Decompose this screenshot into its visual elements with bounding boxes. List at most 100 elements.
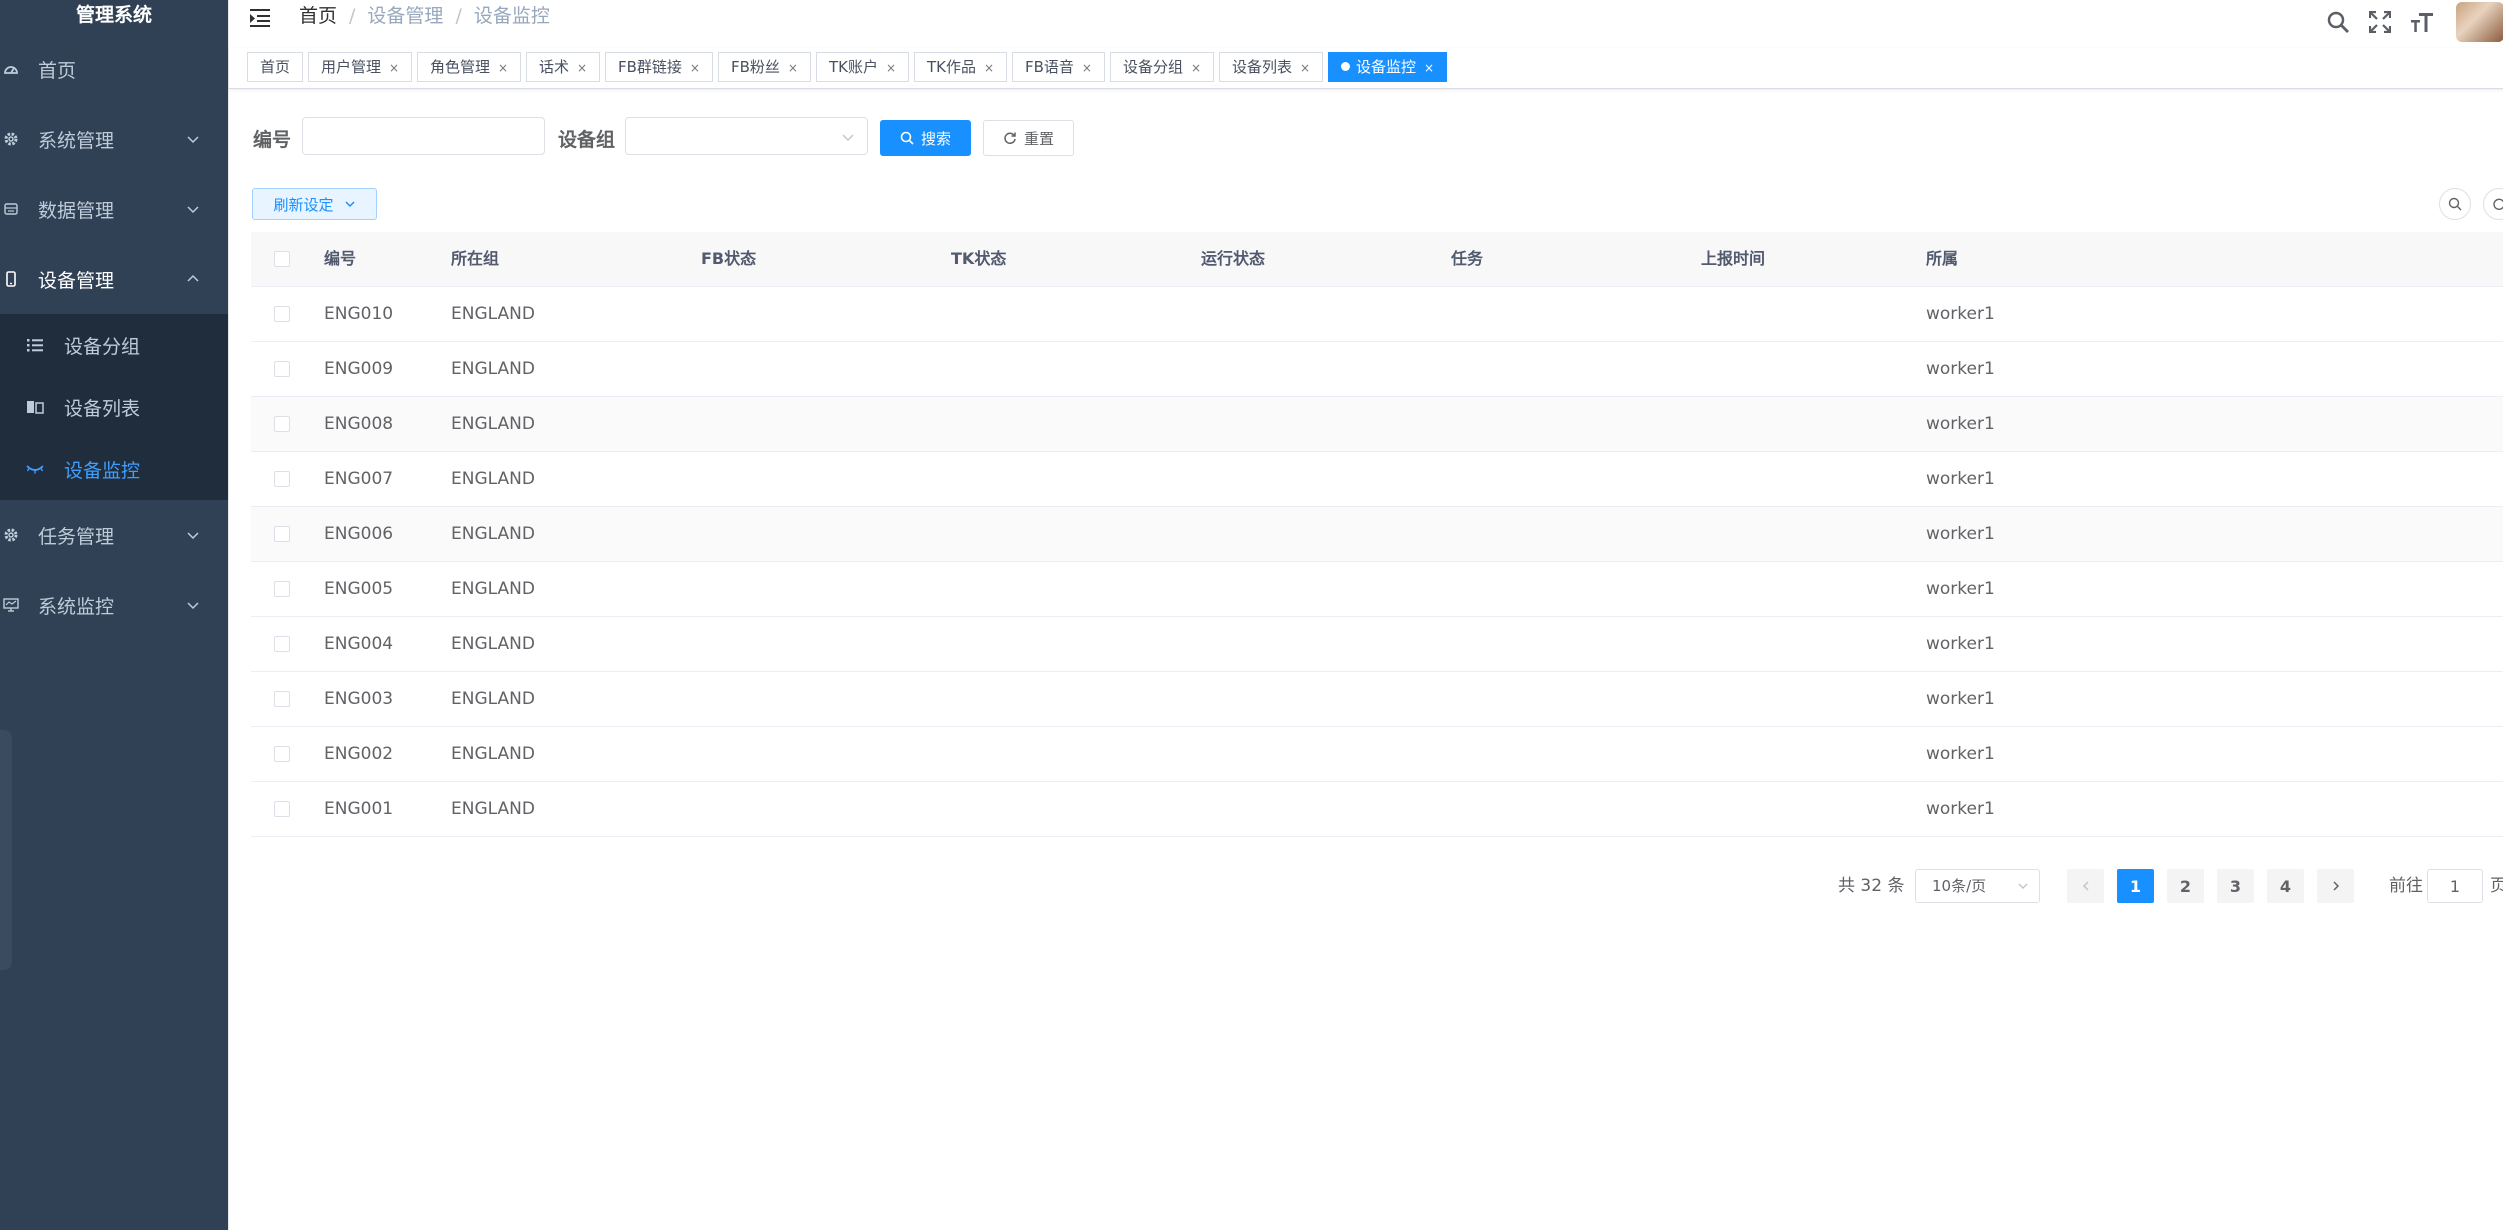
goto-page-input[interactable] bbox=[2427, 869, 2483, 903]
close-icon[interactable]: × bbox=[1191, 61, 1201, 75]
close-icon[interactable]: × bbox=[577, 61, 587, 75]
row-checkbox[interactable] bbox=[274, 306, 290, 322]
sidebar-item-device-group[interactable]: 设备分组 bbox=[0, 314, 228, 376]
close-icon[interactable]: × bbox=[984, 61, 994, 75]
column-header-tk-status[interactable]: TK状态 bbox=[951, 232, 1006, 286]
tag-tk-accounts[interactable]: TK账户 × bbox=[816, 52, 910, 82]
column-header-task[interactable]: 任务 bbox=[1451, 232, 1483, 286]
select-all-checkbox[interactable] bbox=[274, 251, 290, 267]
page-button-2[interactable]: 2 bbox=[2167, 869, 2204, 903]
tag-device-group[interactable]: 设备分组 × bbox=[1110, 52, 1215, 82]
close-icon[interactable]: × bbox=[1300, 61, 1310, 75]
main-content: 首页 / 设备管理 / 设备监控 首页 用户管理 × 角色管理 × 话术 × FB群链接 × F… bbox=[228, 0, 2503, 1230]
refresh-icon bbox=[2493, 198, 2503, 210]
table-row[interactable]: ENG003 ENGLAND worker1 bbox=[251, 672, 2503, 727]
cell-group: ENGLAND bbox=[451, 469, 535, 489]
close-icon[interactable]: × bbox=[1082, 61, 1092, 75]
sidebar-item-system-monitor[interactable]: 系统监控 bbox=[0, 570, 228, 640]
table-row[interactable]: ENG008 ENGLAND worker1 bbox=[251, 397, 2503, 452]
close-icon[interactable]: × bbox=[886, 61, 896, 75]
fullscreen-icon[interactable] bbox=[2366, 8, 2394, 36]
tag-role-management[interactable]: 角色管理 × bbox=[417, 52, 522, 82]
tag-home[interactable]: 首页 bbox=[247, 52, 304, 82]
table-row[interactable]: ENG006 ENGLAND worker1 bbox=[251, 507, 2503, 562]
column-header-owner[interactable]: 所属 bbox=[1926, 232, 1958, 286]
table-row[interactable]: ENG007 ENGLAND worker1 bbox=[251, 452, 2503, 507]
refresh-table-button[interactable] bbox=[2483, 188, 2503, 220]
code-input[interactable] bbox=[302, 117, 545, 155]
sidebar-item-device-monitor[interactable]: 设备监控 bbox=[0, 438, 228, 500]
tag-fb-fans[interactable]: FB粉丝 × bbox=[718, 52, 811, 82]
row-checkbox[interactable] bbox=[274, 581, 290, 597]
table-row[interactable]: ENG002 ENGLAND worker1 bbox=[251, 727, 2503, 782]
row-checkbox[interactable] bbox=[274, 746, 290, 762]
table-row[interactable]: ENG009 ENGLAND worker1 bbox=[251, 342, 2503, 397]
column-header-run-status[interactable]: 运行状态 bbox=[1201, 232, 1265, 286]
row-checkbox[interactable] bbox=[274, 416, 290, 432]
close-icon[interactable]: × bbox=[498, 61, 508, 75]
row-checkbox[interactable] bbox=[274, 801, 290, 817]
close-icon[interactable]: × bbox=[1424, 61, 1434, 75]
sidebar-item-data-management[interactable]: 数据管理 bbox=[0, 174, 228, 244]
column-header-report-time[interactable]: 上报时间 bbox=[1701, 232, 1765, 286]
column-header-code[interactable]: 编号 bbox=[324, 232, 356, 286]
column-header-fb-status[interactable]: FB状态 bbox=[701, 232, 756, 286]
tag-fb-group-links[interactable]: FB群链接 × bbox=[605, 52, 713, 82]
cell-code: ENG008 bbox=[324, 414, 394, 434]
tag-device-list[interactable]: 设备列表 × bbox=[1219, 52, 1324, 82]
sidebar-item-system-management[interactable]: 系统管理 bbox=[0, 104, 228, 174]
font-size-icon[interactable] bbox=[2408, 8, 2436, 36]
close-icon[interactable]: × bbox=[788, 61, 798, 75]
sidebar-subitem-label: 设备监控 bbox=[64, 459, 141, 482]
sidebar-item-device-list[interactable]: 设备列表 bbox=[0, 376, 228, 438]
chevron-down-icon bbox=[187, 206, 199, 214]
search-icon[interactable] bbox=[2324, 8, 2352, 36]
cell-code: ENG009 bbox=[324, 359, 394, 379]
tag-device-monitor[interactable]: 设备监控 × bbox=[1328, 52, 1448, 82]
search-button[interactable]: 搜索 bbox=[880, 120, 971, 156]
cell-owner: worker1 bbox=[1926, 469, 1995, 489]
table-row[interactable]: ENG010 ENGLAND worker1 bbox=[251, 287, 2503, 342]
cell-code: ENG004 bbox=[324, 634, 394, 654]
cell-owner: worker1 bbox=[1926, 414, 1995, 434]
device-group-select[interactable] bbox=[625, 117, 868, 155]
row-checkbox[interactable] bbox=[274, 526, 290, 542]
table-row[interactable]: ENG001 ENGLAND worker1 bbox=[251, 782, 2503, 837]
page-button-1[interactable]: 1 bbox=[2117, 869, 2154, 903]
sidebar-item-task-management[interactable]: 任务管理 bbox=[0, 500, 228, 570]
page-button-4[interactable]: 4 bbox=[2267, 869, 2304, 903]
prev-page-button[interactable] bbox=[2067, 869, 2104, 903]
tag-script[interactable]: 话术 × bbox=[526, 52, 601, 82]
settings-drawer-handle[interactable] bbox=[0, 730, 12, 970]
next-page-button[interactable] bbox=[2317, 869, 2354, 903]
gear-icon bbox=[2, 526, 20, 544]
cell-group: ENGLAND bbox=[451, 359, 535, 379]
table-row[interactable]: ENG004 ENGLAND worker1 bbox=[251, 617, 2503, 672]
close-icon[interactable]: × bbox=[690, 61, 700, 75]
close-icon[interactable]: × bbox=[389, 61, 399, 75]
avatar[interactable] bbox=[2456, 2, 2503, 42]
page-size-select[interactable]: 10条/页 bbox=[1915, 869, 2040, 903]
breadcrumb-home[interactable]: 首页 bbox=[299, 5, 337, 27]
column-header-group[interactable]: 所在组 bbox=[451, 232, 499, 286]
table-header: 编号 所在组 FB状态 TK状态 运行状态 任务 上报时间 所属 bbox=[251, 232, 2503, 287]
tag-tk-works[interactable]: TK作品 × bbox=[914, 52, 1008, 82]
tag-fb-voice[interactable]: FB语音 × bbox=[1012, 52, 1105, 82]
tag-user-management[interactable]: 用户管理 × bbox=[308, 52, 413, 82]
row-checkbox[interactable] bbox=[274, 636, 290, 652]
hamburger-icon[interactable] bbox=[249, 6, 271, 28]
sidebar-item-device-management[interactable]: 设备管理 bbox=[0, 244, 228, 314]
sidebar-item-label: 设备管理 bbox=[38, 269, 115, 292]
page-button-3[interactable]: 3 bbox=[2217, 869, 2254, 903]
row-checkbox[interactable] bbox=[274, 691, 290, 707]
sidebar-subitem-label: 设备列表 bbox=[64, 397, 141, 420]
refresh-setting-dropdown[interactable]: 刷新设定 bbox=[252, 188, 377, 220]
cell-code: ENG005 bbox=[324, 579, 394, 599]
reset-button[interactable]: 重置 bbox=[983, 120, 1074, 156]
table-row[interactable]: ENG005 ENGLAND worker1 bbox=[251, 562, 2503, 617]
search-icon bbox=[2448, 197, 2462, 211]
toggle-search-button[interactable] bbox=[2439, 188, 2471, 220]
row-checkbox[interactable] bbox=[274, 471, 290, 487]
sidebar-item-home[interactable]: 首页 bbox=[0, 34, 228, 104]
row-checkbox[interactable] bbox=[274, 361, 290, 377]
